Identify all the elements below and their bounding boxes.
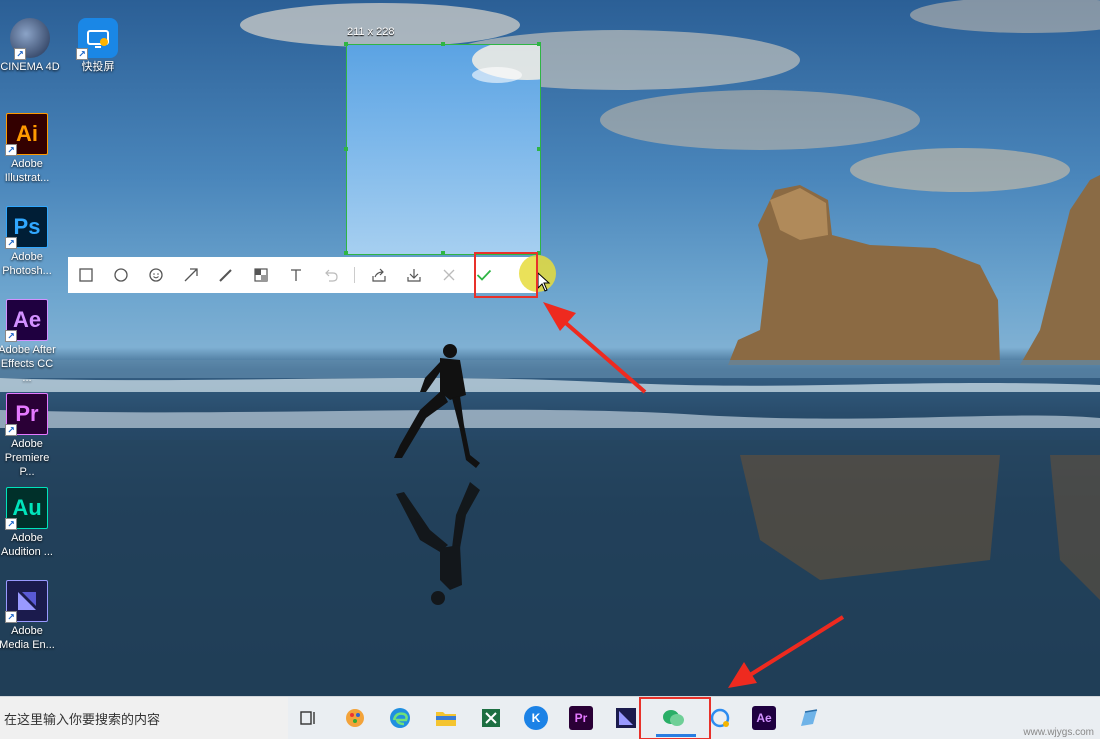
watermark: www.wjygs.com bbox=[1023, 727, 1094, 738]
taskbar-app-notes[interactable] bbox=[793, 702, 825, 734]
task-view-icon bbox=[300, 711, 315, 725]
taskbar: 在这里输入你要搜索的内容 K Pr Ae www.wjygs.com bbox=[0, 696, 1100, 739]
task-view-button[interactable] bbox=[292, 702, 324, 734]
taskbar-app-file-explorer[interactable] bbox=[430, 702, 462, 734]
paint-icon bbox=[346, 709, 364, 727]
taskbar-app-premiere[interactable]: Pr bbox=[565, 702, 597, 734]
taskbar-app-media-encoder[interactable] bbox=[610, 702, 642, 734]
premiere-icon: Pr bbox=[569, 706, 593, 730]
taskbar-app-paint[interactable] bbox=[339, 702, 371, 734]
kugou-icon: K bbox=[524, 706, 548, 730]
excel-icon bbox=[482, 709, 500, 727]
desktop: ↗ CINEMA 4D ↗ 快投屏 Ai ↗ Adobe Illustrat...… bbox=[0, 0, 1100, 739]
after-effects-icon: Ae bbox=[752, 706, 776, 730]
notes-icon bbox=[801, 709, 818, 726]
taskbar-app-after-effects[interactable]: Ae bbox=[748, 702, 780, 734]
folder-icon bbox=[436, 712, 456, 726]
edge-icon bbox=[390, 708, 410, 728]
taskbar-app-excel[interactable] bbox=[475, 702, 507, 734]
media-encoder-icon bbox=[616, 708, 636, 728]
capture-icon bbox=[710, 708, 730, 728]
wechat-highlight-box bbox=[639, 697, 711, 739]
taskbar-search-box[interactable]: 在这里输入你要搜索的内容 bbox=[0, 697, 288, 739]
taskbar-app-kugou[interactable]: K bbox=[520, 702, 552, 734]
taskbar-app-edge[interactable] bbox=[384, 702, 416, 734]
annotation-arrows bbox=[543, 302, 845, 688]
